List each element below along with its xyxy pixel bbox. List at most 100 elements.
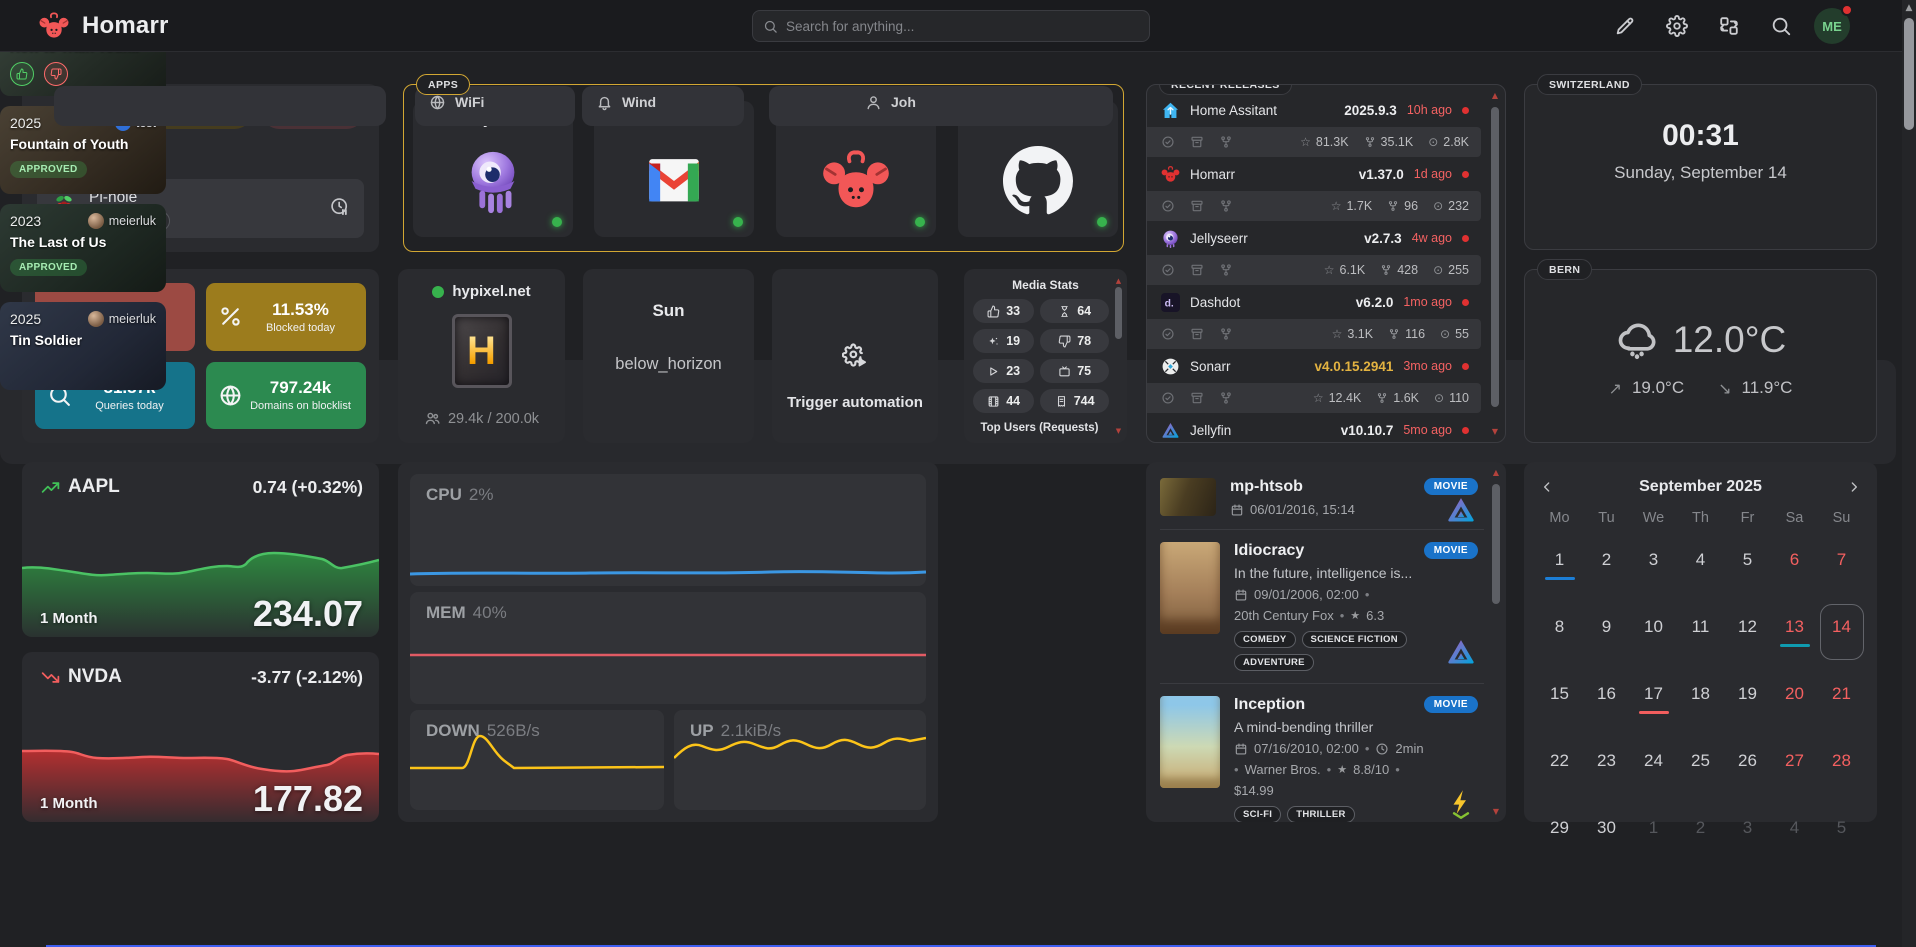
- calendar-day-7[interactable]: 7: [1818, 536, 1865, 593]
- calendar-day-2-next[interactable]: 2: [1677, 804, 1724, 861]
- release-stats-row: ☆3.1K116⊙55: [1147, 319, 1481, 349]
- calendar-day-11[interactable]: 11: [1677, 603, 1724, 660]
- day-number: 19: [1738, 684, 1757, 704]
- calendar-day-28[interactable]: 28: [1818, 737, 1865, 794]
- calendar-day-18[interactable]: 18: [1677, 670, 1724, 727]
- calendar-day-9[interactable]: 9: [1583, 603, 1630, 660]
- release-forks: 116: [1388, 327, 1425, 341]
- top-bar: Homarr ME: [0, 0, 1916, 52]
- releases-scrollbar[interactable]: ▲▼: [1490, 91, 1500, 436]
- calendar-day-27[interactable]: 27: [1771, 737, 1818, 794]
- media-server-scrollbar[interactable]: ▲▼: [1491, 468, 1501, 816]
- media-stats-scrollbar[interactable]: ▲▼: [1114, 277, 1123, 435]
- sun-state: below_horizon: [583, 355, 754, 374]
- calendar-day-20[interactable]: 20: [1771, 670, 1818, 727]
- release-row-sonarr[interactable]: Sonarrv4.0.15.29413mo ago: [1147, 351, 1505, 381]
- day-number: 7: [1837, 550, 1846, 570]
- calendar-day-25[interactable]: 25: [1677, 737, 1724, 794]
- search-icon: [763, 19, 778, 34]
- partial-widget-2[interactable]: Wind: [582, 86, 744, 126]
- day-number: 23: [1597, 751, 1616, 771]
- calendar-day-4[interactable]: 4: [1677, 536, 1724, 593]
- calendar-day-15[interactable]: 15: [1536, 670, 1583, 727]
- release-row-jellyseerr[interactable]: Jellyseerrv2.7.34w ago: [1147, 223, 1505, 253]
- edit-dashboard-button[interactable]: [1606, 7, 1644, 45]
- calendar-icon: [1234, 588, 1248, 602]
- calendar-day-12[interactable]: 12: [1724, 603, 1771, 660]
- user-avatar[interactable]: ME: [1814, 8, 1850, 44]
- request-card-2[interactable]: 2023meierlukThe Last of UsAPPROVED: [0, 204, 166, 292]
- event-underline: [1592, 644, 1622, 647]
- calendar-day-2[interactable]: 2: [1583, 536, 1630, 593]
- release-row-dashdot[interactable]: d.Dashdotv6.2.01mo ago: [1147, 287, 1505, 317]
- calendar-day-1[interactable]: 1: [1536, 536, 1583, 593]
- approve-request-button[interactable]: [10, 62, 34, 86]
- release-name: Jellyseerr: [1190, 231, 1248, 246]
- stock-price: 234.07: [253, 593, 363, 635]
- media-item-mp-htsob[interactable]: mp-htsob06/01/2016, 15:14MOVIE: [1160, 466, 1484, 529]
- clockcheck-icon: [1161, 391, 1175, 405]
- day-number: 16: [1597, 684, 1616, 704]
- search-input[interactable]: [786, 19, 1139, 34]
- brand[interactable]: Homarr: [38, 0, 169, 52]
- calendar-day-22[interactable]: 22: [1536, 737, 1583, 794]
- calendar-day-30[interactable]: 30: [1583, 804, 1630, 861]
- server-host-row: hypixel.net: [398, 283, 565, 300]
- calendar-day-10[interactable]: 10: [1630, 603, 1677, 660]
- decline-request-button[interactable]: [44, 62, 68, 86]
- calendar-day-16[interactable]: 16: [1583, 670, 1630, 727]
- day-number: 1: [1649, 818, 1658, 838]
- media-stat-tv: 75: [1040, 359, 1109, 383]
- partial-widget-0[interactable]: [54, 86, 386, 126]
- trigger-automation-button[interactable]: Trigger automation: [772, 269, 938, 443]
- calendar-day-1-next[interactable]: 1: [1630, 804, 1677, 861]
- calendar-day-5-next[interactable]: 5: [1818, 804, 1865, 861]
- calendar-day-13[interactable]: 13: [1771, 603, 1818, 660]
- media-stat-value: 33: [1006, 304, 1020, 318]
- bell-icon: [596, 94, 613, 111]
- event-underline: [1592, 778, 1622, 781]
- release-age: 1mo ago: [1403, 295, 1452, 309]
- weekday-row: MoTuWeThFrSaSu: [1536, 510, 1865, 526]
- calendar-day-5[interactable]: 5: [1724, 536, 1771, 593]
- calendar-day-3[interactable]: 3: [1630, 536, 1677, 593]
- release-row-jellyfin[interactable]: Jellyfinv10.10.75mo ago: [1147, 415, 1505, 443]
- thumbdn-icon: [1058, 335, 1071, 348]
- scrollbar-thumb[interactable]: [1904, 18, 1914, 130]
- day-box: 5: [1726, 537, 1770, 593]
- calendar-day-29[interactable]: 29: [1536, 804, 1583, 861]
- calendar-day-6[interactable]: 6: [1771, 536, 1818, 593]
- partial-widget-label: Joh: [891, 94, 916, 110]
- partial-widget-3[interactable]: Joh: [769, 86, 1113, 126]
- calendar-day-24[interactable]: 24: [1630, 737, 1677, 794]
- page-scrollbar[interactable]: ▲: [1902, 0, 1916, 947]
- player-count: 29.4k / 200.0k: [448, 411, 539, 427]
- calendar-month: September 2025: [1560, 478, 1841, 496]
- calendar-day-17[interactable]: 17: [1630, 670, 1677, 727]
- next-month-button[interactable]: [1841, 474, 1867, 500]
- calendar-day-3-next[interactable]: 3: [1724, 804, 1771, 861]
- previous-month-button[interactable]: [1534, 474, 1560, 500]
- genre-tag: THRILLER: [1287, 806, 1354, 822]
- day-number: 22: [1550, 751, 1569, 771]
- media-item-idiocracy[interactable]: IdiocracyIn the future, intelligence is.…: [1160, 529, 1484, 683]
- media-item-inception[interactable]: InceptionA mind-bending thriller07/16/20…: [1160, 683, 1484, 822]
- release-age: 1d ago: [1414, 167, 1452, 181]
- releases-section-label: RECENT RELEASES: [1159, 84, 1292, 95]
- settings-button[interactable]: [1658, 7, 1696, 45]
- clock-label: SWITZERLAND: [1537, 74, 1642, 95]
- calendar-day-23[interactable]: 23: [1583, 737, 1630, 794]
- calendar-day-26[interactable]: 26: [1724, 737, 1771, 794]
- calendar-day-21[interactable]: 21: [1818, 670, 1865, 727]
- release-row-homarr[interactable]: Homarrv1.37.01d ago: [1147, 159, 1505, 189]
- search-button[interactable]: [1762, 7, 1800, 45]
- calendar-day-4-next[interactable]: 4: [1771, 804, 1818, 861]
- request-card-3[interactable]: 2025meierlukTin Soldier: [0, 302, 166, 360]
- board-switch-button[interactable]: [1710, 7, 1748, 45]
- app-status-dot: [733, 217, 743, 227]
- pihole-timer-button[interactable]: [330, 197, 350, 220]
- calendar-day-8[interactable]: 8: [1536, 603, 1583, 660]
- calendar-day-19[interactable]: 19: [1724, 670, 1771, 727]
- cloud-rain-icon: [1615, 318, 1659, 362]
- calendar-day-14[interactable]: 14: [1818, 603, 1865, 660]
